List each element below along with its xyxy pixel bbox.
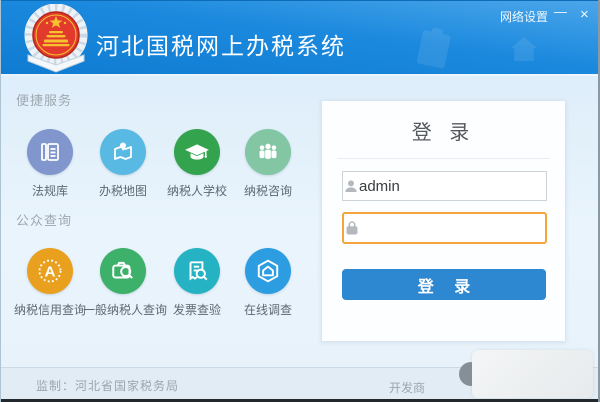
title-bar: 河北国税网上办税系统 网络设置 — × <box>1 0 598 76</box>
service-item-taxpayer-school[interactable]: 纳税人学校 <box>157 129 237 199</box>
user-icon <box>343 178 359 194</box>
map-pin-icon <box>100 129 146 175</box>
service-item-tax-map[interactable]: 办税地图 <box>83 129 163 199</box>
login-panel: 登 录 登 录 <box>321 100 566 342</box>
service-item-online-survey[interactable]: 在线调查 <box>228 248 308 318</box>
svg-text:A: A <box>45 263 56 280</box>
supervisor-text: 监制：河北省国家税务局 <box>36 379 180 393</box>
password-field[interactable] <box>342 212 563 244</box>
service-label: 纳税咨询 <box>243 184 292 198</box>
clipboard-watermark-icon <box>416 27 451 69</box>
developer-label: 开发商 <box>389 381 426 395</box>
invoice-search-icon <box>174 248 220 294</box>
lock-icon <box>344 220 360 236</box>
login-title: 登 录 <box>411 122 476 144</box>
close-button[interactable]: × <box>580 6 589 23</box>
developer-name-redacted-box <box>472 350 593 398</box>
camera-search-icon <box>100 248 146 294</box>
service-label: 纳税信用查询 <box>13 303 86 317</box>
people-icon <box>245 129 291 175</box>
service-item-general-taxpayer-query[interactable]: 一般纳税人查询 <box>83 248 168 318</box>
service-label: 在线调查 <box>243 303 292 317</box>
service-item-invoice-verification[interactable]: 发票查验 <box>157 248 237 318</box>
login-divider <box>337 158 550 159</box>
section-label-public-query: 公众查询 <box>16 213 73 228</box>
username-input[interactable] <box>359 172 558 200</box>
service-item-law-library[interactable]: 法规库 <box>10 129 90 199</box>
network-settings-button[interactable]: 网络设置 <box>500 8 548 25</box>
hexagon-survey-icon <box>245 248 291 294</box>
service-label: 纳税人学校 <box>166 184 227 198</box>
graduation-cap-icon <box>174 129 220 175</box>
service-label: 发票查验 <box>172 303 221 317</box>
service-label: 一般纳税人查询 <box>83 303 168 317</box>
national-tax-emblem-logo <box>24 4 88 73</box>
book-icon <box>27 129 73 175</box>
app-window: 河北国税网上办税系统 网络设置 — × 便捷服务 法规库 办税地图 纳税人学校 … <box>0 0 600 402</box>
service-item-tax-consultation[interactable]: 纳税咨询 <box>228 129 308 199</box>
login-button[interactable]: 登 录 <box>342 269 546 300</box>
credit-a-icon: A <box>27 248 73 294</box>
home-watermark-icon <box>511 37 537 61</box>
service-label: 办税地图 <box>98 184 147 198</box>
service-item-tax-credit-query[interactable]: A 纳税信用查询 <box>10 248 90 318</box>
username-field[interactable] <box>342 171 558 201</box>
password-input[interactable] <box>364 214 563 242</box>
section-label-convenient-services: 便捷服务 <box>16 93 73 108</box>
service-label: 法规库 <box>31 184 68 198</box>
minimize-button[interactable]: — <box>554 4 567 19</box>
app-title: 河北国税网上办税系统 <box>96 33 346 59</box>
